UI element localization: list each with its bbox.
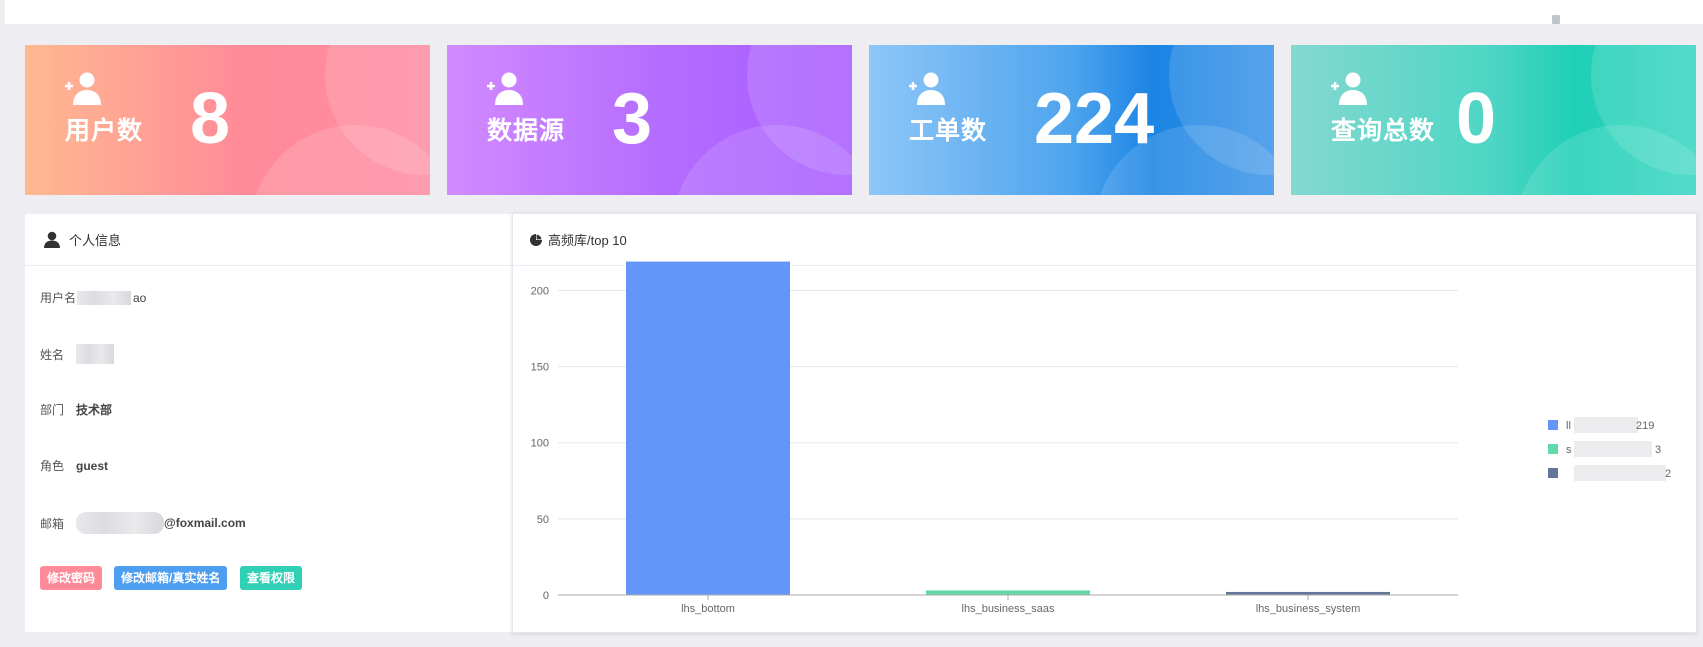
y-tick-label: 200 <box>531 285 549 297</box>
info-row-department: 部门 技术部 <box>40 401 112 418</box>
info-row-name: 姓名 <box>40 344 114 364</box>
bar <box>926 590 1090 595</box>
legend-swatch <box>1548 420 1558 430</box>
stat-value: 224 <box>1034 79 1155 159</box>
redacted-mask <box>76 344 114 364</box>
add-user-icon <box>487 72 523 105</box>
info-key: 用户名 <box>40 291 77 305</box>
add-user-icon <box>1331 72 1367 105</box>
redacted-mask <box>76 512 164 534</box>
y-tick-label: 50 <box>537 514 549 526</box>
add-user-icon <box>65 72 101 105</box>
redacted-mask <box>77 290 131 305</box>
stat-value: 3 <box>612 79 653 159</box>
info-row-email: 邮箱 @foxmail.com <box>40 512 246 534</box>
info-key: 角色 <box>40 459 65 473</box>
person-icon <box>44 231 60 248</box>
add-user-icon <box>909 72 945 105</box>
legend-value: 2 <box>1665 468 1671 480</box>
profile-title: 个人信息 <box>69 233 122 248</box>
stat-value: 0 <box>1456 79 1497 159</box>
y-tick-label: 150 <box>531 362 549 374</box>
legend-swatch <box>1548 468 1558 478</box>
x-tick-label: lhs_bottom <box>681 603 735 615</box>
info-row-username: 用户名 ao <box>40 289 146 306</box>
bar <box>626 261 790 595</box>
legend-label: ll <box>1566 420 1571 432</box>
stat-card-queries: 查询总数 0 <box>1291 45 1696 195</box>
y-tick-label: 0 <box>543 590 549 602</box>
change-password-button[interactable]: 修改密码 <box>40 566 103 590</box>
legend-redacted-mask <box>1574 441 1652 457</box>
bar-chart: 0 50 100 150 200 lhs_bottom lhs_business_saas l… <box>531 261 1671 615</box>
legend-value: 219 <box>1636 420 1654 432</box>
stat-value: 8 <box>190 79 231 159</box>
change-email-button[interactable]: 修改邮箱/真实姓名 <box>114 566 228 590</box>
legend-redacted-mask <box>1574 465 1666 481</box>
legend-swatch <box>1548 444 1558 454</box>
info-value: ao <box>133 290 147 305</box>
stat-card-users: 用户数 8 <box>25 45 430 195</box>
info-key: 邮箱 <box>40 516 65 531</box>
stat-label: 数据源 <box>487 117 566 145</box>
info-row-role: 角色 guest <box>40 457 108 474</box>
top-bar <box>5 0 1703 24</box>
stat-label: 用户数 <box>65 117 144 145</box>
info-key: 姓名 <box>40 347 65 362</box>
info-value: @foxmail.com <box>164 516 246 530</box>
legend-value: 3 <box>1655 444 1661 456</box>
y-tick-label: 100 <box>531 438 549 450</box>
profile-header: 个人信息 <box>25 214 513 266</box>
x-tick-label: lhs_business_system <box>1256 603 1361 615</box>
user-menu-icon[interactable] <box>1551 14 1561 24</box>
view-permissions-button[interactable]: 查看权限 <box>240 566 303 590</box>
stat-label: 查询总数 <box>1331 117 1436 145</box>
info-value: 技术部 <box>76 403 113 417</box>
x-tick-label: lhs_business_saas <box>962 603 1055 615</box>
legend-redacted-mask <box>1574 417 1638 433</box>
stat-card-datasources: 数据源 3 <box>447 45 852 195</box>
legend-label: s <box>1566 444 1572 456</box>
info-key: 部门 <box>40 403 65 417</box>
stat-label: 工单数 <box>909 117 988 145</box>
stat-card-tickets: 工单数 224 <box>869 45 1274 195</box>
chart-panel: 高频库/top 10 0 50 100 150 200 lhs_bottom lhs_bus… <box>512 213 1697 633</box>
info-value: guest <box>76 458 109 473</box>
